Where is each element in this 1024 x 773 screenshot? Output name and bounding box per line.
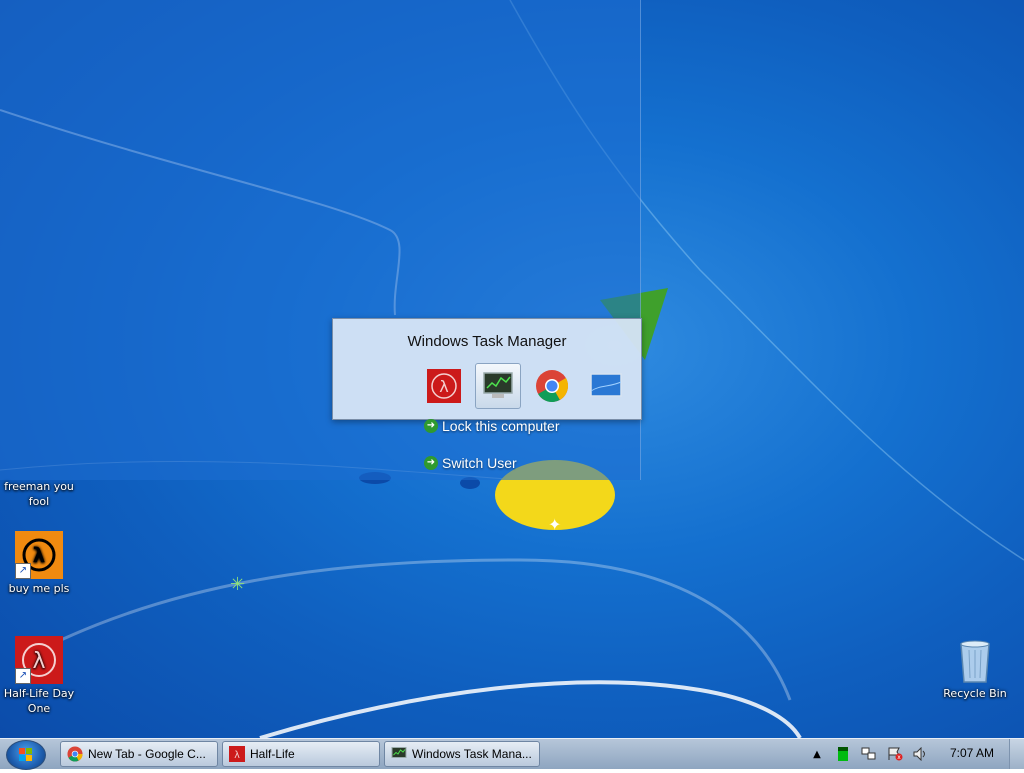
taskbar-button-chrome[interactable]: New Tab - Google C... — [60, 741, 218, 767]
show-hidden-icons-icon[interactable]: ▲ — [809, 746, 825, 762]
svg-text:λ: λ — [439, 377, 448, 396]
volume-icon[interactable] — [913, 746, 929, 762]
green-arrow-icon: ➜ — [424, 456, 438, 470]
network-icon[interactable] — [861, 746, 877, 762]
task-manager-icon — [483, 372, 513, 398]
lock-computer-label: Lock this computer — [442, 418, 560, 434]
desktop-icon-buy-me-pls[interactable]: λ ↗ buy me pls — [0, 531, 78, 596]
chrome-icon — [536, 370, 569, 403]
windows-logo-icon — [19, 748, 32, 761]
recycle-bin-icon — [951, 636, 999, 684]
alt-tab-title: Windows Task Manager — [407, 333, 567, 350]
taskbar-button-task-manager[interactable]: Windows Task Mana... — [384, 741, 540, 767]
half-life-orange-icon: λ ↗ — [15, 531, 63, 579]
desktop-icon-freeman-you-fool[interactable]: freeman you fool — [0, 479, 78, 509]
svg-text:✳: ✳ — [230, 574, 245, 595]
taskbar-button-half-life[interactable]: λ Half-Life — [222, 741, 380, 767]
shortcut-arrow-icon: ↗ — [15, 563, 31, 579]
desktop-icon-recycle-bin[interactable]: Recycle Bin — [936, 636, 1014, 701]
lock-computer-link[interactable]: ➜ Lock this computer — [424, 418, 560, 434]
task-manager-icon — [391, 747, 407, 758]
show-desktop-button[interactable] — [1009, 739, 1024, 769]
svg-text:λ: λ — [234, 750, 240, 761]
taskbar-clock[interactable]: 7:07 AM — [950, 746, 994, 760]
start-button[interactable] — [6, 740, 46, 770]
desktop-icon-label: freeman you fool — [4, 480, 74, 508]
svg-text:✦: ✦ — [548, 515, 561, 534]
switch-user-label: Switch User — [442, 455, 517, 471]
chrome-icon — [67, 746, 83, 762]
switch-user-link[interactable]: ➜ Switch User — [424, 455, 517, 471]
svg-text:λ: λ — [33, 543, 46, 567]
taskbar: New Tab - Google C... λ Half-Life Window… — [0, 738, 1024, 770]
action-center-flag-icon[interactable]: x — [887, 746, 903, 762]
alt-tab-item-chrome[interactable] — [529, 363, 575, 409]
alt-tab-item-half-life[interactable]: λ — [421, 363, 467, 409]
taskbar-button-label: Windows Task Mana... — [412, 747, 532, 761]
desktop[interactable]: ✦ ✳ freeman you fool λ ↗ buy me pls λ ↗ … — [0, 0, 1024, 768]
desktop-icon-label: buy me pls — [8, 582, 70, 595]
desktop-icon-half-life-day-one[interactable]: λ ↗ Half-Life Day One — [0, 636, 78, 716]
taskbar-button-label: Half-Life — [250, 747, 295, 761]
alt-tab-app-list: λ — [421, 363, 629, 411]
half-life-icon: λ — [427, 369, 461, 403]
desktop-icon-label: Half-Life Day One — [3, 687, 75, 715]
alt-tab-item-task-manager[interactable] — [475, 363, 521, 409]
desktop-icon — [590, 373, 622, 397]
green-arrow-icon: ➜ — [424, 419, 438, 433]
svg-text:x: x — [897, 754, 901, 761]
half-life-icon: λ — [229, 746, 245, 762]
half-life-red-icon: λ ↗ — [15, 636, 63, 684]
svg-text:λ: λ — [32, 649, 45, 674]
alt-tab-switcher: Windows Task Manager λ — [332, 318, 642, 420]
taskbar-button-label: New Tab - Google C... — [88, 747, 206, 761]
task-manager-cpu-icon[interactable] — [835, 746, 851, 762]
shortcut-arrow-icon: ↗ — [15, 668, 31, 684]
desktop-icon-label: Recycle Bin — [943, 687, 1007, 700]
alt-tab-item-desktop[interactable] — [583, 363, 629, 409]
